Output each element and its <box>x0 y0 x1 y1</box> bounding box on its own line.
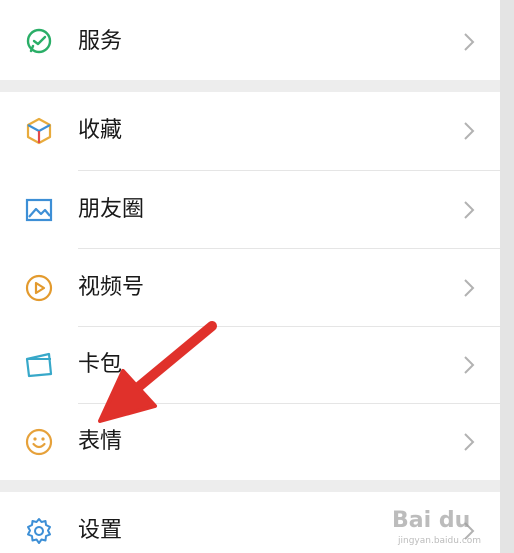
sticker-smile-icon <box>24 427 54 457</box>
favorites-cube-icon <box>24 116 54 146</box>
card-wallet-icon <box>24 350 54 380</box>
channels-play-icon <box>24 273 54 303</box>
menu-item-moments[interactable]: 朋友圈 <box>0 171 500 248</box>
watermark-brand: Bai du <box>392 508 471 533</box>
menu-item-label: 视频号 <box>78 275 145 300</box>
moments-image-icon <box>24 195 54 225</box>
menu-item-channels[interactable]: 视频号 <box>0 249 500 326</box>
service-icon <box>24 27 54 57</box>
menu-item-label: 设置 <box>78 518 123 543</box>
main-menu-card: 收藏 朋友圈 视频号 卡包 表情 <box>0 92 500 480</box>
baidu-watermark: Bai du jingyan.baidu.com <box>392 508 481 546</box>
chevron-right-icon <box>462 32 476 52</box>
menu-item-label: 表情 <box>78 429 123 454</box>
right-edge-gutter <box>500 0 514 553</box>
chevron-right-icon <box>462 278 476 298</box>
chevron-right-icon <box>462 432 476 452</box>
settings-gear-icon <box>24 516 54 546</box>
menu-item-label: 服务 <box>78 29 123 54</box>
menu-item-favorites[interactable]: 收藏 <box>0 92 500 170</box>
chevron-right-icon <box>462 121 476 141</box>
chevron-right-icon <box>462 355 476 375</box>
menu-item-cards[interactable]: 卡包 <box>0 327 500 403</box>
menu-item-service[interactable]: 服务 <box>0 0 500 80</box>
chevron-right-icon <box>462 200 476 220</box>
watermark-url: jingyan.baidu.com <box>398 536 482 546</box>
menu-item-label: 朋友圈 <box>78 197 145 222</box>
menu-item-label: 收藏 <box>78 118 123 143</box>
service-card: 服务 <box>0 0 500 80</box>
menu-item-stickers[interactable]: 表情 <box>0 404 500 480</box>
menu-item-label: 卡包 <box>78 352 123 377</box>
